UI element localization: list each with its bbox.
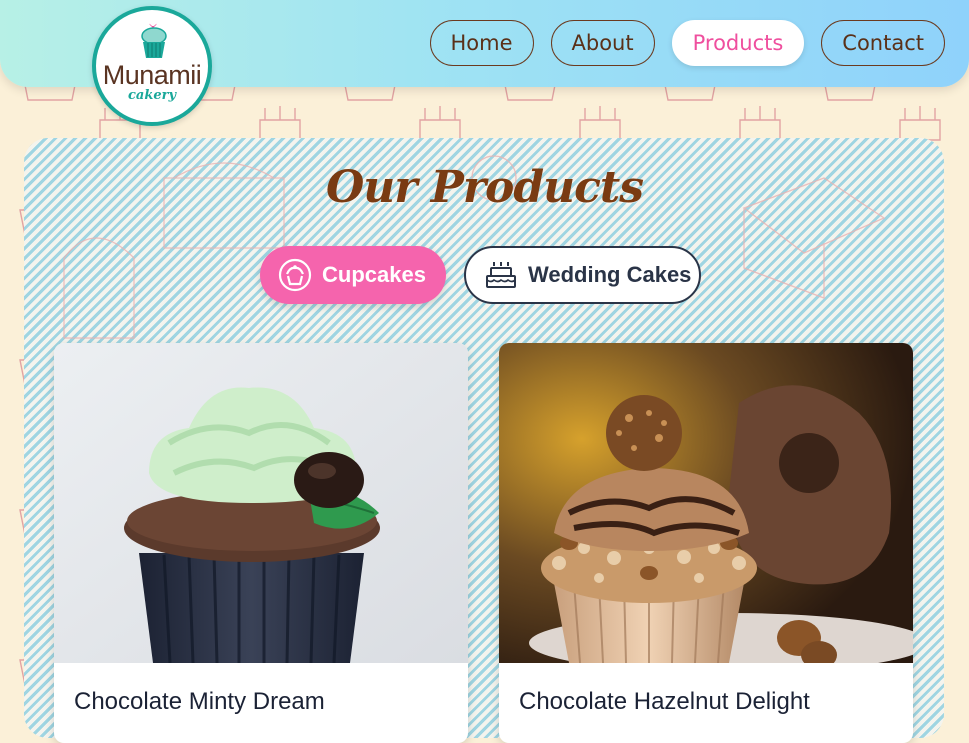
tab-wedding-cakes[interactable]: Wedding Cakes (464, 246, 701, 304)
brand-tagline: cakery (127, 88, 177, 103)
tab-cupcakes-label: Cupcakes (322, 262, 426, 287)
nav-products[interactable]: Products (671, 20, 805, 66)
cake-icon (486, 262, 516, 288)
nav-home[interactable]: Home (429, 20, 534, 66)
brand-logo[interactable]: Munamii cakery (92, 6, 212, 126)
product-image-chocolate-minty-dream (54, 343, 468, 663)
cupcake-logo-icon (141, 23, 167, 58)
nav-contact[interactable]: Contact (821, 20, 945, 66)
nav-about[interactable]: About (550, 20, 655, 66)
main-nav: Home About Products Contact (429, 20, 945, 66)
product-name: Chocolate Hazelnut Delight (519, 688, 810, 715)
section-title: Our Products (325, 162, 644, 213)
tab-wedding-cakes-label: Wedding Cakes (528, 262, 692, 287)
product-image-chocolate-hazelnut-delight (499, 343, 913, 663)
product-name: Chocolate Minty Dream (74, 688, 325, 715)
tab-cupcakes[interactable]: Cupcakes (260, 246, 446, 304)
product-card[interactable]: Chocolate Hazelnut Delight (499, 343, 913, 743)
product-card[interactable]: Chocolate Minty Dream (54, 343, 468, 743)
brand-name: Munamii (102, 60, 202, 90)
cupcake-icon (278, 258, 312, 292)
